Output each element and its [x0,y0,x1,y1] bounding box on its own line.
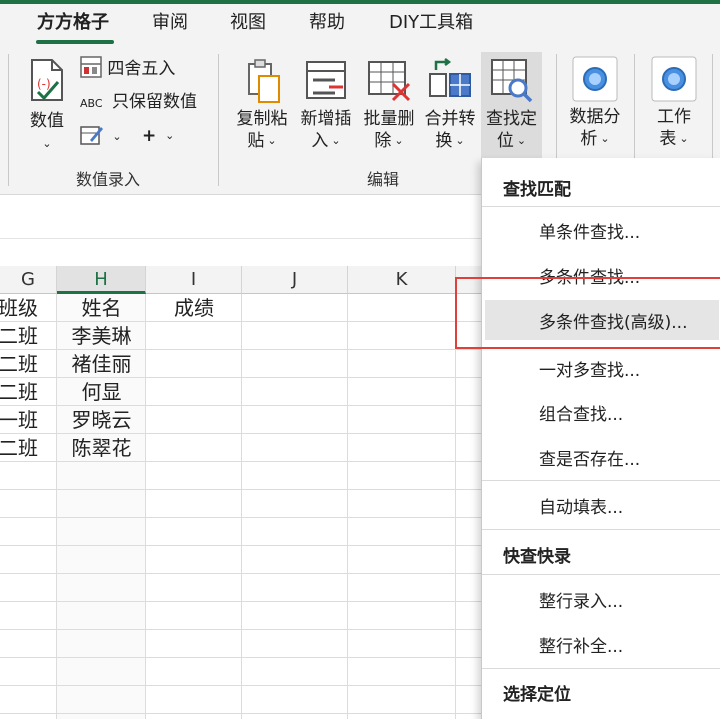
batch-delete-label-1: 批量删 [363,109,415,129]
batch-delete-label-2: 除 ⌄ [374,131,404,151]
value-icon: (-) [31,59,63,101]
insert-rows-icon [306,61,346,99]
data-analysis-icon [572,56,618,102]
worksheet-icon [651,56,697,102]
menu-divider [482,668,720,669]
data-analysis-label-1: 数据分 [569,107,621,127]
cell-h3[interactable]: 褚佳丽 [57,350,146,378]
worksheet-label-1: 工作 [657,107,691,127]
ribbon-separator [218,54,219,186]
cell-h2[interactable]: 李美琳 [57,322,146,350]
chevron-down-icon: ⌄ [112,130,122,143]
highlight-annotation-box [455,277,720,349]
copy-paste-label-2: 贴 ⌄ [247,131,277,151]
tab-diy-toolbox[interactable]: DIY工具箱 [389,10,473,36]
cell-h5[interactable]: 罗晓云 [57,406,146,434]
worksheet-label-2: 表 ⌄ [659,129,689,149]
menu-item-one-to-many-find[interactable]: 一对多查找... [482,348,720,388]
round-button[interactable]: 四舍五入 [80,56,175,81]
tab-view[interactable]: 视图 [230,10,266,36]
menu-item-row-complete[interactable]: 整行补全... [482,624,720,664]
grid-line [455,294,456,719]
menu-item-row-entry[interactable]: 整行录入... [482,579,720,619]
data-analysis-label-2: 析 ⌄ [580,129,610,149]
merge-convert-button[interactable]: 合并转 换 ⌄ [419,54,481,154]
menu-divider [482,206,720,207]
title-bar-edge [0,0,720,4]
insert-label-1: 新增插 [300,109,352,129]
menu-divider [482,574,720,575]
section-select-locate: 选择定位 [503,685,571,705]
insert-button[interactable]: 新增插 入 ⌄ [295,54,357,154]
svg-text:(-): (-) [37,77,51,91]
find-grid-icon [491,59,533,103]
column-header-k[interactable]: K [348,266,456,294]
copy-paste-button[interactable]: 复制粘 贴 ⌄ [232,54,292,154]
value-button[interactable]: (-) 数值 ⌄ [22,54,72,154]
value-button-label: 数值 [30,111,64,131]
column-header-h[interactable]: H [57,266,146,294]
batch-delete-button[interactable]: 批量删 除 ⌄ [358,54,420,154]
plus-icon: + [142,126,157,146]
grid-line [347,294,348,719]
section-find-match: 查找匹配 [503,180,571,200]
menu-item-auto-fill-form[interactable]: 自动填表... [482,485,720,525]
cell-g1[interactable]: 班级 [0,294,46,322]
find-locate-label-2: 位 ⌄ [496,131,527,151]
abc-icon: ABC [80,97,103,110]
cell-i1[interactable]: 成绩 [146,294,242,322]
merge-convert-label-1: 合并转 [424,109,476,129]
keep-value-button[interactable]: ABC 只保留数值 [80,90,197,116]
tab-help[interactable]: 帮助 [309,10,345,36]
chevron-down-icon: ⌄ [165,129,175,142]
cell-h6[interactable]: 陈翠花 [57,434,146,462]
cell-g6[interactable]: 二班 [0,434,46,462]
find-locate-label-1: 查找定 [486,109,537,129]
round-icon [80,56,102,78]
grid-line [241,294,242,719]
ribbon-separator [8,54,9,186]
menu-item-check-exists[interactable]: 查是否存在... [482,437,720,477]
clipboard-icon [248,59,280,103]
cell-g4[interactable]: 二班 [0,378,46,406]
excel-window: 方方格子 审阅 视图 帮助 DIY工具箱 (-) 数值 ⌄ 四舍五入 ABC 只… [0,0,720,719]
edit-grid-icon [80,126,103,145]
cell-h1[interactable]: 姓名 [57,294,146,322]
find-locate-button[interactable]: 查找定 位 ⌄ [481,54,542,154]
merge-convert-icon [429,58,471,97]
format-edit-button[interactable]: ⌄ [80,124,122,151]
ribbon-tab-bar: 方方格子 审阅 视图 帮助 DIY工具箱 [0,0,720,46]
delete-grid-icon [368,61,411,102]
group-label-edit: 编辑 [367,170,400,189]
cell-g5[interactable]: 一班 [0,406,46,434]
column-header-j[interactable]: J [242,266,348,294]
tab-review[interactable]: 审阅 [152,10,188,36]
menu-divider [482,529,720,530]
insert-label-2: 入 ⌄ [311,131,341,151]
chevron-down-icon: ⌄ [42,137,52,150]
worksheet-button[interactable]: 工作 表 ⌄ [642,54,706,154]
cell-g3[interactable]: 二班 [0,350,46,378]
data-analysis-button[interactable]: 数据分 析 ⌄ [562,54,628,154]
find-locate-dropdown-menu: 查找匹配 单条件查找... 多条件查找... 多条件查找(高级)... 一对多查… [481,158,720,719]
column-header-i[interactable]: I [146,266,242,294]
cell-h4[interactable]: 何显 [57,378,146,406]
tab-fangfanggezi[interactable]: 方方格子 [37,10,109,36]
group-label-value-entry: 数值录入 [76,170,141,189]
column-header-g[interactable]: G [0,266,57,294]
section-quick-lookup-entry: 快查快录 [503,547,571,567]
menu-divider [482,480,720,481]
merge-convert-label-2: 换 ⌄ [435,131,465,151]
menu-item-combination-find[interactable]: 组合查找... [482,392,720,432]
add-button[interactable]: + ⌄ [142,124,174,150]
cell-g2[interactable]: 二班 [0,322,46,350]
keep-value-label: 只保留数值 [111,92,197,112]
copy-paste-label-1: 复制粘 [236,109,288,129]
active-tab-indicator [36,40,114,44]
menu-item-single-condition-find[interactable]: 单条件查找... [482,210,720,250]
round-label: 四舍五入 [107,59,176,79]
